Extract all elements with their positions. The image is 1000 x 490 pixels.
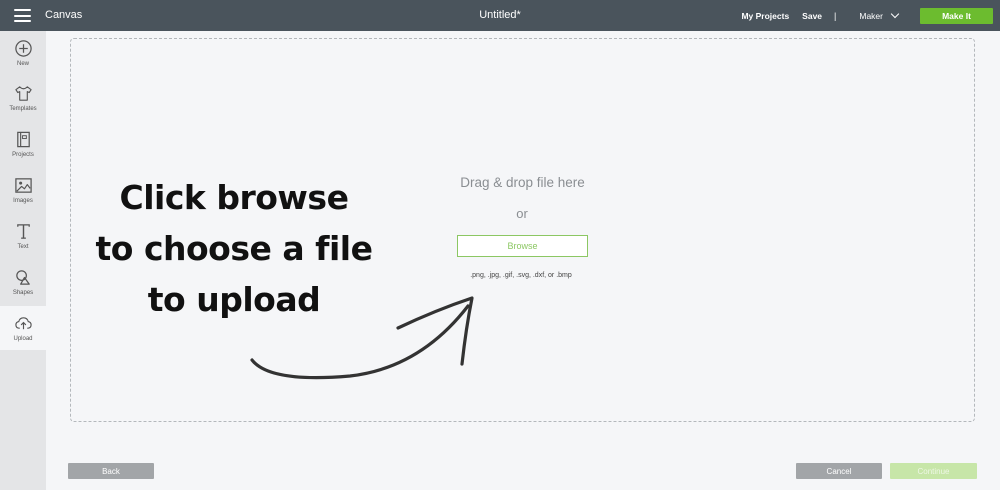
chevron-down-icon	[890, 9, 900, 18]
my-projects-link[interactable]: My Projects	[741, 11, 789, 21]
sidebar-item-label: Shapes	[12, 290, 34, 296]
sidebar-item-label: Images	[13, 198, 33, 204]
sidebar-item-new[interactable]: New	[0, 31, 46, 75]
plus-circle-icon	[14, 40, 32, 57]
book-icon	[16, 131, 30, 148]
sidebar-item-label: Text	[17, 244, 29, 250]
machine-dropdown-label: Maker	[859, 10, 883, 21]
machine-dropdown[interactable]: Maker	[859, 9, 900, 21]
sidebar-item-upload[interactable]: Upload	[0, 306, 46, 350]
cancel-button[interactable]: Cancel	[796, 463, 882, 479]
sidebar-item-templates[interactable]: Templates	[0, 76, 46, 120]
sidebar-item-label: New	[16, 61, 29, 67]
app-name: Canvas	[45, 9, 83, 21]
continue-button[interactable]: Continue	[890, 463, 977, 479]
left-sidebar: New Templates Projects Images Text Shape…	[0, 31, 46, 490]
document-title: Untitled*	[479, 9, 521, 21]
sidebar-item-label: Templates	[9, 106, 37, 112]
tshirt-icon	[14, 86, 32, 101]
sidebar-item-label: Upload	[13, 336, 33, 342]
sidebar-item-projects[interactable]: Projects	[0, 122, 46, 166]
annotation-line: Click browse	[119, 178, 349, 217]
annotation-line: to choose a file	[95, 229, 373, 268]
browse-button[interactable]: Browse	[457, 235, 588, 257]
sidebar-item-shapes[interactable]: Shapes	[0, 260, 46, 304]
header-separator: |	[834, 10, 837, 21]
text-icon	[16, 224, 30, 239]
make-it-button[interactable]: Make It	[920, 7, 993, 24]
sidebar-item-label: Projects	[12, 152, 34, 158]
top-bar: Canvas Untitled* My Projects Save | Make…	[0, 0, 1000, 31]
cloud-upload-icon	[14, 317, 32, 330]
hand-drawn-arrow-icon	[250, 296, 474, 380]
save-link[interactable]: Save	[802, 11, 822, 21]
back-button[interactable]: Back	[68, 463, 154, 479]
hamburger-menu-icon[interactable]	[14, 9, 31, 22]
